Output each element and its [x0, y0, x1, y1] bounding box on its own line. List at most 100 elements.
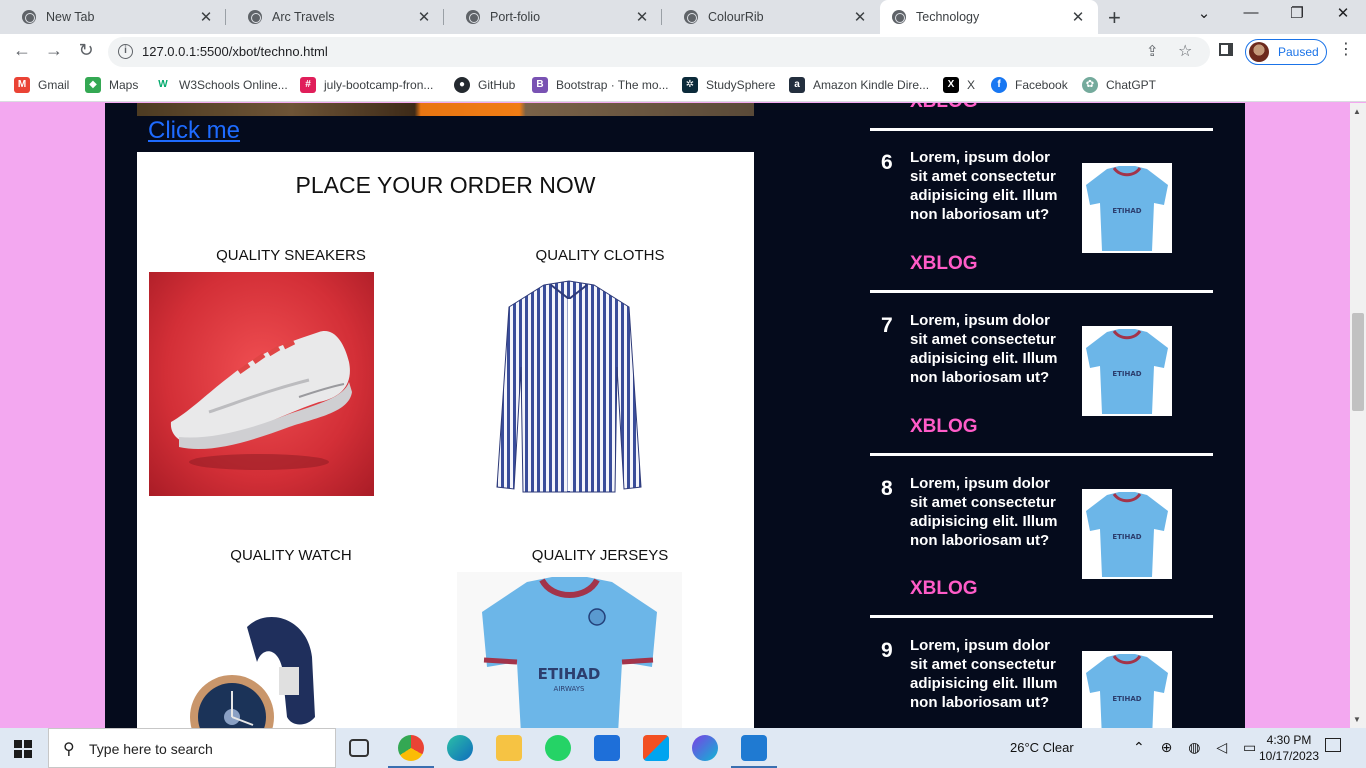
sneaker-image[interactable] — [149, 272, 374, 496]
task-view-icon[interactable] — [349, 739, 369, 757]
bookmark-bootstrap[interactable]: B Bootstrap · The mo... — [532, 77, 669, 93]
reload-icon[interactable]: ↻ — [74, 40, 98, 61]
x-icon: X — [943, 77, 959, 93]
minimize-icon[interactable]: — — [1228, 4, 1274, 21]
canva-icon[interactable] — [692, 735, 718, 761]
tab-new-tab[interactable]: New Tab ✕ — [0, 0, 226, 34]
bookmark-label: Facebook — [1015, 78, 1068, 92]
blog-thumbnail[interactable]: ETIHAD — [1082, 489, 1172, 579]
close-icon[interactable]: ✕ — [194, 8, 218, 26]
search-placeholder: Type here to search — [89, 741, 213, 757]
scroll-down-icon[interactable]: ▼ — [1353, 715, 1361, 724]
blog-divider — [870, 290, 1213, 293]
bookmark-github[interactable]: ● GitHub — [454, 77, 515, 93]
store-icon[interactable] — [643, 735, 669, 761]
system-tray[interactable]: ⌃ ⊕ ◍ ◁ ▭ — [1133, 739, 1262, 756]
slack-icon: # — [300, 77, 316, 93]
new-tab-button[interactable]: + — [1108, 5, 1121, 31]
bookmark-label: july-bootcamp-fron... — [324, 78, 434, 92]
profile-button[interactable]: Paused — [1245, 39, 1327, 65]
tab-arc-travels[interactable]: Arc Travels ✕ — [226, 0, 444, 34]
blog-tag[interactable]: XBLOG — [910, 253, 978, 275]
svg-text:AIRWAYS: AIRWAYS — [554, 685, 585, 693]
bookmark-facebook[interactable]: f Facebook — [991, 77, 1068, 93]
tab-title: Port-folio — [490, 10, 541, 24]
bookmark-maps[interactable]: ◆ Maps — [85, 77, 138, 93]
mail-icon[interactable] — [594, 735, 620, 761]
blog-thumbnail[interactable]: ETIHAD — [1082, 163, 1172, 253]
order-title: PLACE YOUR ORDER NOW — [295, 172, 596, 198]
edge-icon[interactable] — [447, 735, 473, 761]
close-icon[interactable]: ✕ — [848, 8, 872, 26]
close-icon[interactable]: ✕ — [412, 8, 436, 26]
globe-icon — [466, 10, 480, 24]
scrollbar-thumb[interactable] — [1352, 313, 1364, 411]
product-label-jerseys: QUALITY JERSEYS — [531, 547, 669, 564]
tab-technology[interactable]: Technology ✕ — [880, 0, 1098, 34]
svg-text:ETIHAD: ETIHAD — [1112, 533, 1141, 541]
bookmark-label: StudySphere — [706, 78, 776, 92]
profile-status: Paused — [1278, 45, 1319, 59]
blog-number: 6 — [881, 151, 893, 174]
blog-tag[interactable]: XBLOG — [910, 578, 978, 600]
back-icon[interactable]: ← — [10, 40, 34, 61]
restore-icon[interactable]: ❐ — [1274, 4, 1320, 22]
blog-title[interactable]: Lorem, ipsum dolor sit amet consectetur … — [910, 636, 1070, 712]
watch-image[interactable] — [187, 607, 317, 728]
taskbar-search[interactable]: ⚲ Type here to search — [48, 728, 336, 768]
close-icon[interactable]: ✕ — [1066, 8, 1090, 26]
globe-icon — [684, 10, 698, 24]
tab-strip: New Tab ✕ Arc Travels ✕ Port-folio ✕ Col… — [0, 0, 1366, 34]
tab-search-icon[interactable]: ⌄ — [1181, 4, 1227, 22]
address-bar[interactable]: i 127.0.0.1:5500/xbot/techno.html ⇪ ☆ — [108, 37, 1210, 67]
clock[interactable]: 4:30 PM 10/17/2023 — [1254, 732, 1324, 764]
bookmark-chatgpt[interactable]: ✿ ChatGPT — [1082, 77, 1156, 93]
bookmark-slack[interactable]: # july-bootcamp-fron... — [300, 77, 433, 93]
jersey-image[interactable]: ETIHAD AIRWAYS — [457, 572, 682, 728]
bookmark-x[interactable]: XX — [943, 77, 975, 93]
tab-colourrib[interactable]: ColourRib ✕ — [662, 0, 880, 34]
bootstrap-icon: B — [532, 77, 548, 93]
svg-text:ETIHAD: ETIHAD — [1112, 370, 1141, 378]
bookmark-star-icon[interactable]: ☆ — [1178, 41, 1192, 61]
whatsapp-icon[interactable] — [545, 735, 571, 761]
shirt-image[interactable] — [489, 277, 649, 499]
bookmark-w3schools[interactable]: W W3Schools Online... — [155, 77, 288, 93]
blog-tag[interactable]: XBLOG — [910, 416, 978, 438]
blog-thumbnail[interactable]: ETIHAD — [1082, 651, 1172, 728]
site-info-icon[interactable]: i — [118, 44, 133, 59]
url-text[interactable]: 127.0.0.1:5500/xbot/techno.html — [142, 44, 328, 59]
bookmark-label: Maps — [109, 78, 139, 92]
blog-title[interactable]: Lorem, ipsum dolor sit amet consectetur … — [910, 311, 1070, 387]
tab-port-folio[interactable]: Port-folio ✕ — [444, 0, 662, 34]
forward-icon[interactable]: → — [42, 40, 66, 61]
vscode-icon[interactable] — [741, 735, 767, 761]
bookmark-amazon-kindle[interactable]: a Amazon Kindle Dire... — [789, 77, 929, 93]
chrome-icon[interactable] — [398, 735, 424, 761]
more-menu-icon[interactable]: ⋮ — [1338, 39, 1354, 59]
blog-tag[interactable]: XBLOG — [910, 103, 978, 113]
bookmark-studysphere[interactable]: ✲ StudySphere — [682, 77, 775, 93]
blog-thumbnail[interactable]: ETIHAD — [1082, 326, 1172, 416]
window-close-icon[interactable]: ✕ — [1320, 4, 1366, 22]
close-icon[interactable]: ✕ — [630, 8, 654, 26]
side-panel-icon[interactable] — [1219, 43, 1233, 56]
bookmark-gmail[interactable]: M Gmail — [14, 77, 69, 93]
blog-number: 7 — [881, 314, 893, 337]
bookmark-label: Amazon Kindle Dire... — [813, 78, 930, 92]
github-icon: ● — [454, 77, 470, 93]
notification-icon[interactable] — [1325, 738, 1341, 752]
share-icon[interactable]: ⇪ — [1146, 42, 1159, 60]
product-label-watch: QUALITY WATCH — [230, 547, 352, 564]
windows-start-icon[interactable] — [14, 740, 32, 758]
click-me-link[interactable]: Click me — [148, 117, 240, 145]
page-scrollbar[interactable]: ▲ ▼ — [1350, 103, 1366, 728]
blog-title[interactable]: Lorem, ipsum dolor sit amet consectetur … — [910, 148, 1070, 224]
bookmark-label: GitHub — [478, 78, 516, 92]
blog-title[interactable]: Lorem, ipsum dolor sit amet consectetur … — [910, 474, 1070, 550]
weather-widget[interactable]: 26°C Clear — [1010, 740, 1074, 755]
file-explorer-icon[interactable] — [496, 735, 522, 761]
bookmark-label: W3Schools Online... — [179, 78, 288, 92]
scroll-up-icon[interactable]: ▲ — [1353, 107, 1361, 116]
bookmark-label: X — [967, 78, 976, 92]
